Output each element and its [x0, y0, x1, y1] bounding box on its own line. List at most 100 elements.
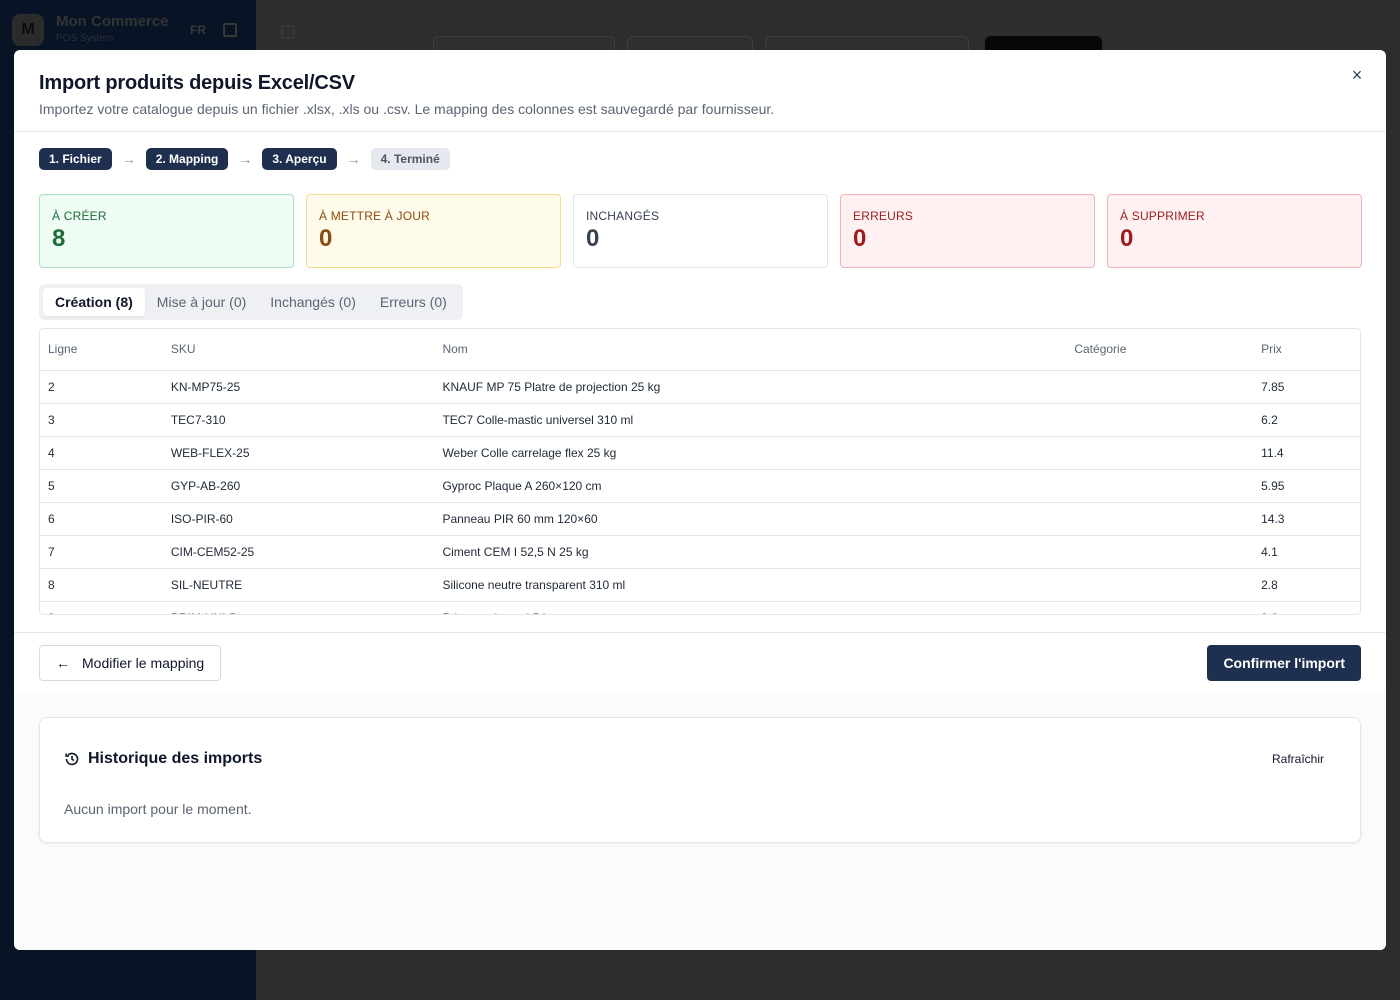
stat-value: 0 [319, 225, 333, 252]
table-cell: 7.85 [1253, 370, 1360, 404]
table-row: 7 CIM-CEM52-25 Ciment CEM I 52,5 N 25 kg 4.… [40, 535, 1360, 569]
table-row: 5 GYP-AB-260 Gyproc Plaque A 260×120 cm 5.9… [40, 469, 1360, 503]
column-header: SKU [162, 329, 435, 371]
table-cell: 14.3 [1253, 502, 1360, 536]
step-mapping: 2. Mapping [145, 148, 229, 170]
table-row: 4 WEB-FLEX-25 Weber Colle carrelage flex 2… [40, 436, 1360, 470]
history-icon [65, 752, 79, 766]
edit-mapping-button[interactable]: ← Modifier le mapping [39, 645, 222, 681]
table-cell: 5.95 [1253, 469, 1360, 503]
table-cell: 2.8 [1253, 568, 1360, 602]
modal-description: Importez votre catalogue depuis un fichi… [39, 101, 775, 117]
table-cell [1066, 436, 1254, 470]
modal-header: Import produits depuis Excel/CSV Importe… [14, 50, 1386, 132]
refresh-button[interactable]: Rafraîchir [1272, 752, 1324, 766]
preview-tabs: Création (8) Mise à jour (0) Inchangés (… [39, 284, 463, 320]
stat-label: À METTRE À JOUR [319, 209, 431, 223]
stat-delete: À SUPPRIMER 0 [1107, 194, 1362, 268]
table-cell [1066, 370, 1254, 404]
table-cell: CIM-CEM52-25 [162, 535, 435, 569]
stat-label: À CRÉER [52, 209, 107, 223]
table-cell: 9 [40, 601, 163, 614]
table-header-row: Ligne SKU Nom Catégorie Prix [40, 329, 1360, 371]
table-cell: TEC7 Colle-mastic universel 310 ml [434, 403, 1067, 437]
stat-value: 0 [1120, 225, 1134, 252]
table-cell: Panneau PIR 60 mm 120×60 [434, 502, 1067, 536]
table-cell: Gyproc Plaque A 260×120 cm [434, 469, 1067, 503]
table-cell: 7 [40, 535, 163, 569]
table-row: 2 KN-MP75-25 KNAUF MP 75 Platre de project… [40, 370, 1360, 404]
confirm-import-button[interactable]: Confirmer l'import [1207, 645, 1361, 681]
table-cell: SIL-NEUTRE [162, 568, 435, 602]
column-header: Ligne [40, 329, 163, 371]
table-cell: 4 [40, 436, 163, 470]
history-section: Historique des imports Rafraîchir Aucun … [14, 693, 1386, 950]
step-termine: 4. Terminé [370, 148, 450, 170]
arrow-right-icon: → [346, 151, 361, 167]
table-cell: Silicone neutre transparent 310 ml [434, 568, 1067, 602]
arrow-right-icon: → [238, 151, 253, 167]
stat-value: 0 [853, 225, 867, 252]
preview-table[interactable]: Ligne SKU Nom Catégorie Prix 2 KN-MP75-25… [39, 328, 1361, 615]
table-cell: 9.6 [1253, 601, 1360, 614]
table-cell: PRIM-UNI-5 [162, 601, 435, 614]
table-cell: 8 [40, 568, 163, 602]
tab-creation[interactable]: Création (8) [43, 288, 145, 316]
tab-errors[interactable]: Erreurs (0) [368, 288, 459, 316]
table-row: 8 SIL-NEUTRE Silicone neutre transparent 3… [40, 568, 1360, 602]
stat-value: 8 [52, 225, 66, 252]
table-cell [1066, 601, 1254, 614]
table-cell: 6.2 [1253, 403, 1360, 437]
modal-title: Import produits depuis Excel/CSV [39, 72, 355, 94]
arrow-right-icon: → [121, 151, 136, 167]
history-empty-text: Aucun import pour le moment. [64, 801, 252, 817]
table-cell: 11.4 [1253, 436, 1360, 470]
column-header: Nom [434, 329, 1067, 371]
table-cell: GYP-AB-260 [162, 469, 435, 503]
stat-label: INCHANGÉS [586, 209, 660, 223]
table-cell [1066, 568, 1254, 602]
table-cell: ISO-PIR-60 [162, 502, 435, 536]
history-title: Historique des imports [64, 750, 262, 768]
stepper: 1. Fichier → 2. Mapping → 3. Aperçu → 4.… [39, 148, 450, 170]
stat-errors: ERREURS 0 [840, 194, 1095, 268]
edit-mapping-label: Modifier le mapping [82, 655, 205, 671]
stat-update: À METTRE À JOUR 0 [306, 194, 561, 268]
table-cell: 6 [40, 502, 163, 536]
history-card: Historique des imports Rafraîchir Aucun … [39, 717, 1361, 843]
table-cell: 5 [40, 469, 163, 503]
table-cell: Primer universel 5 L [434, 601, 1067, 614]
tab-unchanged[interactable]: Inchangés (0) [258, 288, 368, 316]
stat-label: ERREURS [853, 209, 914, 223]
summary-stats: À CRÉER 8 À METTRE À JOUR 0 INCHANGÉS 0 … [39, 194, 1362, 268]
table-cell: 3 [40, 403, 163, 437]
step-fichier: 1. Fichier [39, 148, 112, 170]
table-cell: KN-MP75-25 [162, 370, 435, 404]
table-row: 3 TEC7-310 TEC7 Colle-mastic universel 310… [40, 403, 1360, 437]
stat-value: 0 [586, 225, 600, 252]
arrow-left-icon: ← [56, 655, 70, 671]
table-cell [1066, 502, 1254, 536]
table-cell: 4.1 [1253, 535, 1360, 569]
stat-label: À SUPPRIMER [1120, 209, 1205, 223]
table-cell: TEC7-310 [162, 403, 435, 437]
import-modal: Import produits depuis Excel/CSV Importe… [14, 50, 1386, 950]
table-cell: KNAUF MP 75 Platre de projection 25 kg [434, 370, 1067, 404]
column-header: Catégorie [1066, 329, 1254, 371]
tab-update[interactable]: Mise à jour (0) [145, 288, 258, 316]
table-cell [1066, 535, 1254, 569]
table-cell [1066, 403, 1254, 437]
table-row: 6 ISO-PIR-60 Panneau PIR 60 mm 120×60 14.3 [40, 502, 1360, 536]
close-icon[interactable]: × [1346, 64, 1368, 86]
history-title-text: Historique des imports [88, 750, 263, 767]
table-cell [1066, 469, 1254, 503]
modal-footer: ← Modifier le mapping Confirmer l'import [14, 632, 1386, 693]
stat-unchanged: INCHANGÉS 0 [573, 194, 828, 268]
table-cell: WEB-FLEX-25 [162, 436, 435, 470]
table-cell: Ciment CEM I 52,5 N 25 kg [434, 535, 1067, 569]
column-header: Prix [1253, 329, 1360, 371]
table-row: 9PRIM-UNI-5Primer universel 5 L 9.6 [40, 601, 1360, 614]
table-cell: 2 [40, 370, 163, 404]
table-cell: Weber Colle carrelage flex 25 kg [434, 436, 1067, 470]
step-apercu: 3. Aperçu [262, 148, 337, 170]
